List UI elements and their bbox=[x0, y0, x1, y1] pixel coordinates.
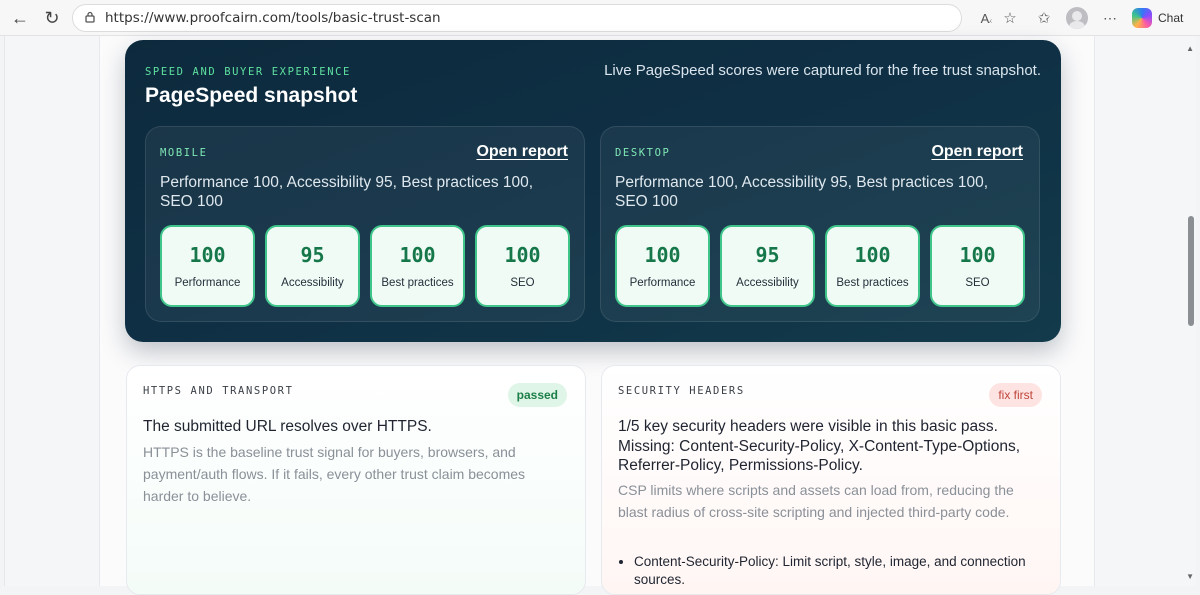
score-label: Best practices bbox=[836, 277, 909, 289]
desktop-label: DESKTOP bbox=[615, 147, 671, 159]
https-kicker: HTTPS AND TRANSPORT bbox=[143, 385, 294, 397]
mobile-score-performance: 100 Performance bbox=[160, 225, 255, 307]
mobile-score-list: 100 Performance 95 Accessibility 100 Bes… bbox=[160, 225, 570, 307]
score-value: 100 bbox=[189, 243, 226, 267]
headers-kicker: SECURITY HEADERS bbox=[618, 385, 745, 397]
scrollbar-thumb[interactable] bbox=[1188, 216, 1194, 326]
score-label: Accessibility bbox=[736, 277, 799, 289]
profile-avatar[interactable] bbox=[1066, 7, 1088, 29]
pagespeed-panel: SPEED AND BUYER EXPERIENCE PageSpeed sna… bbox=[125, 40, 1061, 342]
score-value: 100 bbox=[399, 243, 436, 267]
score-value: 95 bbox=[755, 243, 780, 267]
pagespeed-title: PageSpeed snapshot bbox=[145, 84, 358, 107]
back-icon[interactable]: ← bbox=[8, 6, 32, 30]
desktop-score-accessibility: 95 Accessibility bbox=[720, 225, 815, 307]
more-icon[interactable]: ⋯ bbox=[1098, 6, 1122, 30]
score-value: 100 bbox=[644, 243, 681, 267]
chat-label: Chat bbox=[1158, 11, 1184, 25]
url-text: https://www.proofcairn.com/tools/basic-t… bbox=[105, 10, 441, 26]
desktop-score-seo: 100 SEO bbox=[930, 225, 1025, 307]
scroll-up-icon[interactable]: ▲ bbox=[1186, 44, 1194, 53]
score-label: Best practices bbox=[381, 277, 454, 289]
security-headers-card: SECURITY HEADERS fix first 1/5 key secur… bbox=[601, 365, 1061, 595]
copilot-icon bbox=[1132, 8, 1152, 28]
desktop-score-list: 100 Performance 95 Accessibility 100 Bes… bbox=[615, 225, 1025, 307]
mobile-score-accessibility: 95 Accessibility bbox=[265, 225, 360, 307]
https-headline: The submitted URL resolves over HTTPS. bbox=[143, 418, 432, 435]
mobile-summary: Performance 100, Accessibility 95, Best … bbox=[160, 174, 534, 210]
score-value: 100 bbox=[504, 243, 541, 267]
list-item: Content-Security-Policy: Limit script, s… bbox=[634, 553, 1034, 589]
score-label: SEO bbox=[510, 277, 535, 289]
headers-description: CSP limits where scripts and assets can … bbox=[618, 482, 1014, 520]
headers-headline: 1/5 key security headers were visible in… bbox=[618, 418, 1021, 474]
status-badge: passed bbox=[507, 383, 567, 407]
score-value: 100 bbox=[959, 243, 996, 267]
score-value: 100 bbox=[854, 243, 891, 267]
read-aloud-icon[interactable]: A ⁁ bbox=[974, 6, 998, 30]
mobile-open-report-link[interactable]: Open report bbox=[476, 143, 568, 161]
missing-headers-list: Content-Security-Policy: Limit script, s… bbox=[634, 553, 1034, 589]
mobile-label: MOBILE bbox=[160, 147, 208, 159]
reload-icon[interactable]: ↻ bbox=[40, 6, 64, 30]
mobile-results-card: MOBILE Open report Performance 100, Acce… bbox=[145, 126, 585, 322]
score-label: Performance bbox=[629, 277, 696, 289]
https-transport-card: HTTPS AND TRANSPORT passed The submitted… bbox=[126, 365, 586, 595]
desktop-results-card: DESKTOP Open report Performance 100, Acc… bbox=[600, 126, 1040, 322]
address-bar[interactable]: https://www.proofcairn.com/tools/basic-t… bbox=[72, 4, 962, 32]
pagespeed-note: Live PageSpeed scores were captured for … bbox=[604, 62, 1041, 79]
desktop-summary: Performance 100, Accessibility 95, Best … bbox=[615, 174, 989, 210]
https-description: HTTPS is the baseline trust signal for b… bbox=[143, 444, 526, 504]
desktop-open-report-link[interactable]: Open report bbox=[931, 143, 1023, 161]
pagespeed-kicker: SPEED AND BUYER EXPERIENCE bbox=[145, 66, 351, 78]
score-label: Accessibility bbox=[281, 277, 344, 289]
mobile-score-best-practices: 100 Best practices bbox=[370, 225, 465, 307]
score-label: Performance bbox=[174, 277, 241, 289]
favorite-star-icon[interactable]: ☆ bbox=[998, 6, 1022, 30]
score-label: SEO bbox=[965, 277, 990, 289]
desktop-score-performance: 100 Performance bbox=[615, 225, 710, 307]
status-badge: fix first bbox=[989, 383, 1042, 407]
favorites-list-icon[interactable]: ✩ bbox=[1032, 6, 1056, 30]
mobile-score-seo: 100 SEO bbox=[475, 225, 570, 307]
browser-toolbar: ← ↻ https://www.proofcairn.com/tools/bas… bbox=[0, 0, 1200, 36]
scroll-down-icon[interactable]: ▼ bbox=[1186, 572, 1194, 581]
desktop-score-best-practices: 100 Best practices bbox=[825, 225, 920, 307]
lock-icon bbox=[83, 10, 97, 27]
chat-button[interactable]: Chat bbox=[1132, 5, 1183, 31]
score-value: 95 bbox=[300, 243, 325, 267]
